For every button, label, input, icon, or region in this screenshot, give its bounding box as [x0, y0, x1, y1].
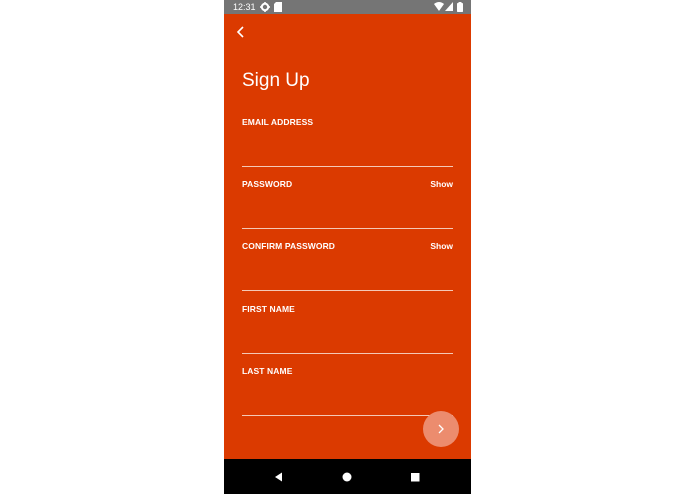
nav-home-button[interactable] [341, 470, 353, 488]
confirm-password-label: CONFIRM PASSWORD [242, 241, 336, 251]
last-name-field[interactable] [242, 393, 453, 416]
email-field[interactable] [242, 144, 453, 167]
first-name-label: FIRST NAME [242, 304, 295, 314]
back-button[interactable] [233, 23, 249, 41]
status-bar: 12:31 [224, 0, 471, 14]
show-confirm-password-toggle[interactable]: Show [430, 241, 453, 252]
sd-card-icon [274, 2, 282, 14]
back-triangle-icon [275, 472, 282, 482]
chevron-right-icon [438, 424, 444, 434]
phone-frame: 12:31 Sign Up EMAIL ADDRESS PASSWORD Sho… [224, 0, 471, 494]
wifi-icon [434, 2, 444, 13]
nav-back-button[interactable] [273, 470, 285, 488]
gear-icon [260, 2, 270, 14]
page-title: Sign Up [242, 70, 310, 91]
next-button[interactable] [423, 411, 459, 447]
navigation-bar [224, 459, 471, 494]
password-label: PASSWORD [242, 179, 293, 189]
status-time: 12:31 [233, 2, 256, 12]
signal-icon [445, 2, 453, 13]
home-circle-icon [342, 472, 352, 482]
battery-icon [457, 2, 463, 14]
recents-square-icon [411, 473, 420, 482]
password-field[interactable] [242, 206, 453, 229]
last-name-label: LAST NAME [242, 366, 293, 376]
nav-recents-button[interactable] [409, 470, 421, 488]
email-label: EMAIL ADDRESS [242, 117, 314, 127]
sign-up-screen: Sign Up EMAIL ADDRESS PASSWORD Show CONF… [224, 14, 471, 459]
chevron-left-icon [236, 26, 244, 38]
first-name-field[interactable] [242, 331, 453, 354]
show-password-toggle[interactable]: Show [430, 179, 453, 190]
confirm-password-field[interactable] [242, 268, 453, 291]
